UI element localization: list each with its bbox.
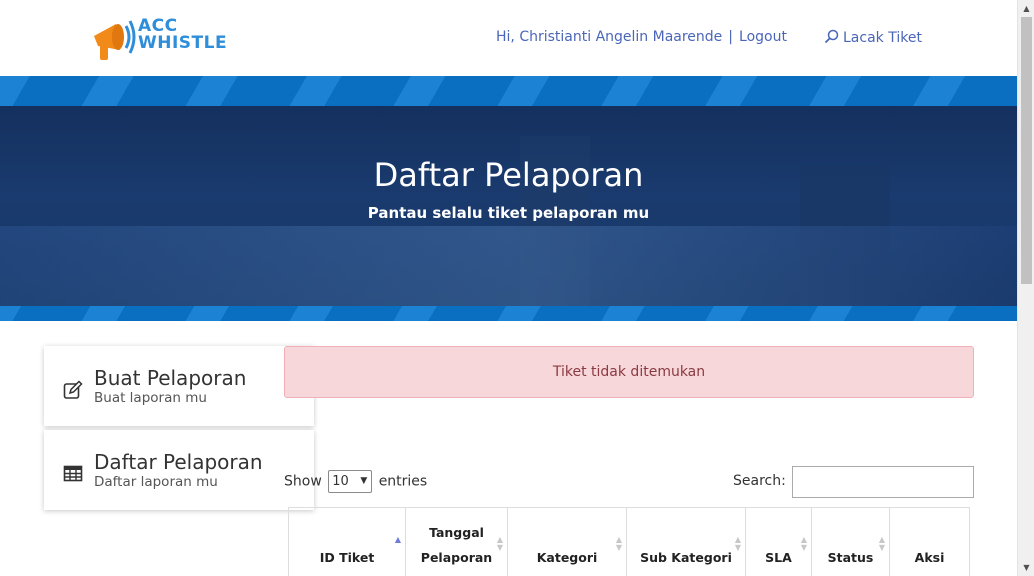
table-header-row: ID Tiket ▲ ▼ Tanggal Pelaporan ▲ ▼ Kategor… <box>288 507 970 576</box>
column-header-label: ID Tiket <box>319 550 375 565</box>
brand-logo[interactable]: ACC WHISTLE <box>90 14 240 64</box>
sort-icon: ▲ ▼ <box>394 535 401 552</box>
sidebar-item-title: Buat Pelaporan <box>94 366 247 390</box>
hero-background-glow <box>0 226 1017 306</box>
column-header-status[interactable]: Status ▲ ▼ <box>811 508 889 576</box>
nav-separator: | <box>728 29 734 45</box>
column-header-label: Aksi <box>914 550 945 565</box>
alert-ticket-not-found: Tiket tidak ditemukan <box>284 346 974 398</box>
scroll-up-icon[interactable]: ▲ <box>1018 0 1034 17</box>
entries-select-value: 10 <box>332 474 349 489</box>
megaphone-icon <box>94 20 136 60</box>
column-header-kategori[interactable]: Kategori ▲ ▼ <box>507 508 626 576</box>
user-nav: Hi, Christianti Angelin Maarende | Logout <box>496 29 787 45</box>
search-input[interactable] <box>792 466 974 498</box>
sidebar-item-daftar-pelaporan[interactable]: Daftar Pelaporan Daftar laporan mu <box>44 430 314 510</box>
show-label: Show <box>284 473 322 490</box>
page-scrollbar[interactable]: ▲ ▼ <box>1017 0 1034 576</box>
search-label: Search: <box>733 473 786 489</box>
hero-stripe-bottom <box>0 306 1017 321</box>
sidebar-item-buat-pelaporan[interactable]: Buat Pelaporan Buat laporan mu <box>44 346 314 426</box>
column-header-sla[interactable]: SLA ▲ ▼ <box>745 508 811 576</box>
column-header-label: Sub Kategori <box>640 550 732 565</box>
column-header-label: Pelaporan <box>420 550 493 565</box>
sidebar-item-subtitle: Daftar laporan mu <box>94 474 218 490</box>
column-header-aksi: Aksi <box>889 508 970 576</box>
column-header-label: Status <box>827 550 874 565</box>
sort-icon: ▲ ▼ <box>615 535 622 552</box>
scroll-down-icon[interactable]: ▼ <box>1018 559 1034 576</box>
table-icon <box>63 465 83 482</box>
entries-label: entries <box>378 473 428 490</box>
edit-icon <box>63 380 83 399</box>
entries-select[interactable]: 10 ▼ <box>328 470 373 493</box>
sort-icon: ▲ ▼ <box>878 535 885 552</box>
hero-stripe-top <box>0 76 1017 106</box>
page-subtitle: Pantau selalu tiket pelaporan mu <box>367 204 650 222</box>
track-ticket-label: Lacak Tiket <box>843 30 922 46</box>
column-header-label: Tanggal <box>429 525 484 540</box>
column-header-label: Kategori <box>536 550 598 565</box>
track-ticket-link[interactable]: Lacak Tiket <box>824 29 922 46</box>
user-greeting-link[interactable]: Hi, Christianti Angelin Maarende <box>496 29 722 45</box>
sort-icon: ▲ ▼ <box>734 535 741 552</box>
scrollbar-thumb[interactable] <box>1021 17 1032 284</box>
logo-wordmark: ACC WHISTLE <box>138 18 227 52</box>
column-header-id-tiket[interactable]: ID Tiket ▲ ▼ <box>288 508 405 576</box>
sidebar-item-subtitle: Buat laporan mu <box>94 390 207 406</box>
column-header-sub-kategori[interactable]: Sub Kategori ▲ ▼ <box>626 508 745 576</box>
chevron-down-icon: ▼ <box>360 476 368 486</box>
sort-icon: ▲ ▼ <box>496 535 503 552</box>
logout-link[interactable]: Logout <box>739 29 787 45</box>
logo-line2: WHISTLE <box>138 33 228 53</box>
sort-icon: ▲ ▼ <box>800 535 807 552</box>
page-title: Daftar Pelaporan <box>373 156 644 194</box>
top-navbar: ACC WHISTLE Hi, Christianti Angelin Maar… <box>0 0 1017 76</box>
column-header-tanggal-pelaporan[interactable]: Tanggal Pelaporan ▲ ▼ <box>405 508 507 576</box>
sidebar-item-title: Daftar Pelaporan <box>94 450 263 474</box>
entries-length-control: Show 10 ▼ entries <box>284 470 427 493</box>
search-icon <box>824 29 839 44</box>
